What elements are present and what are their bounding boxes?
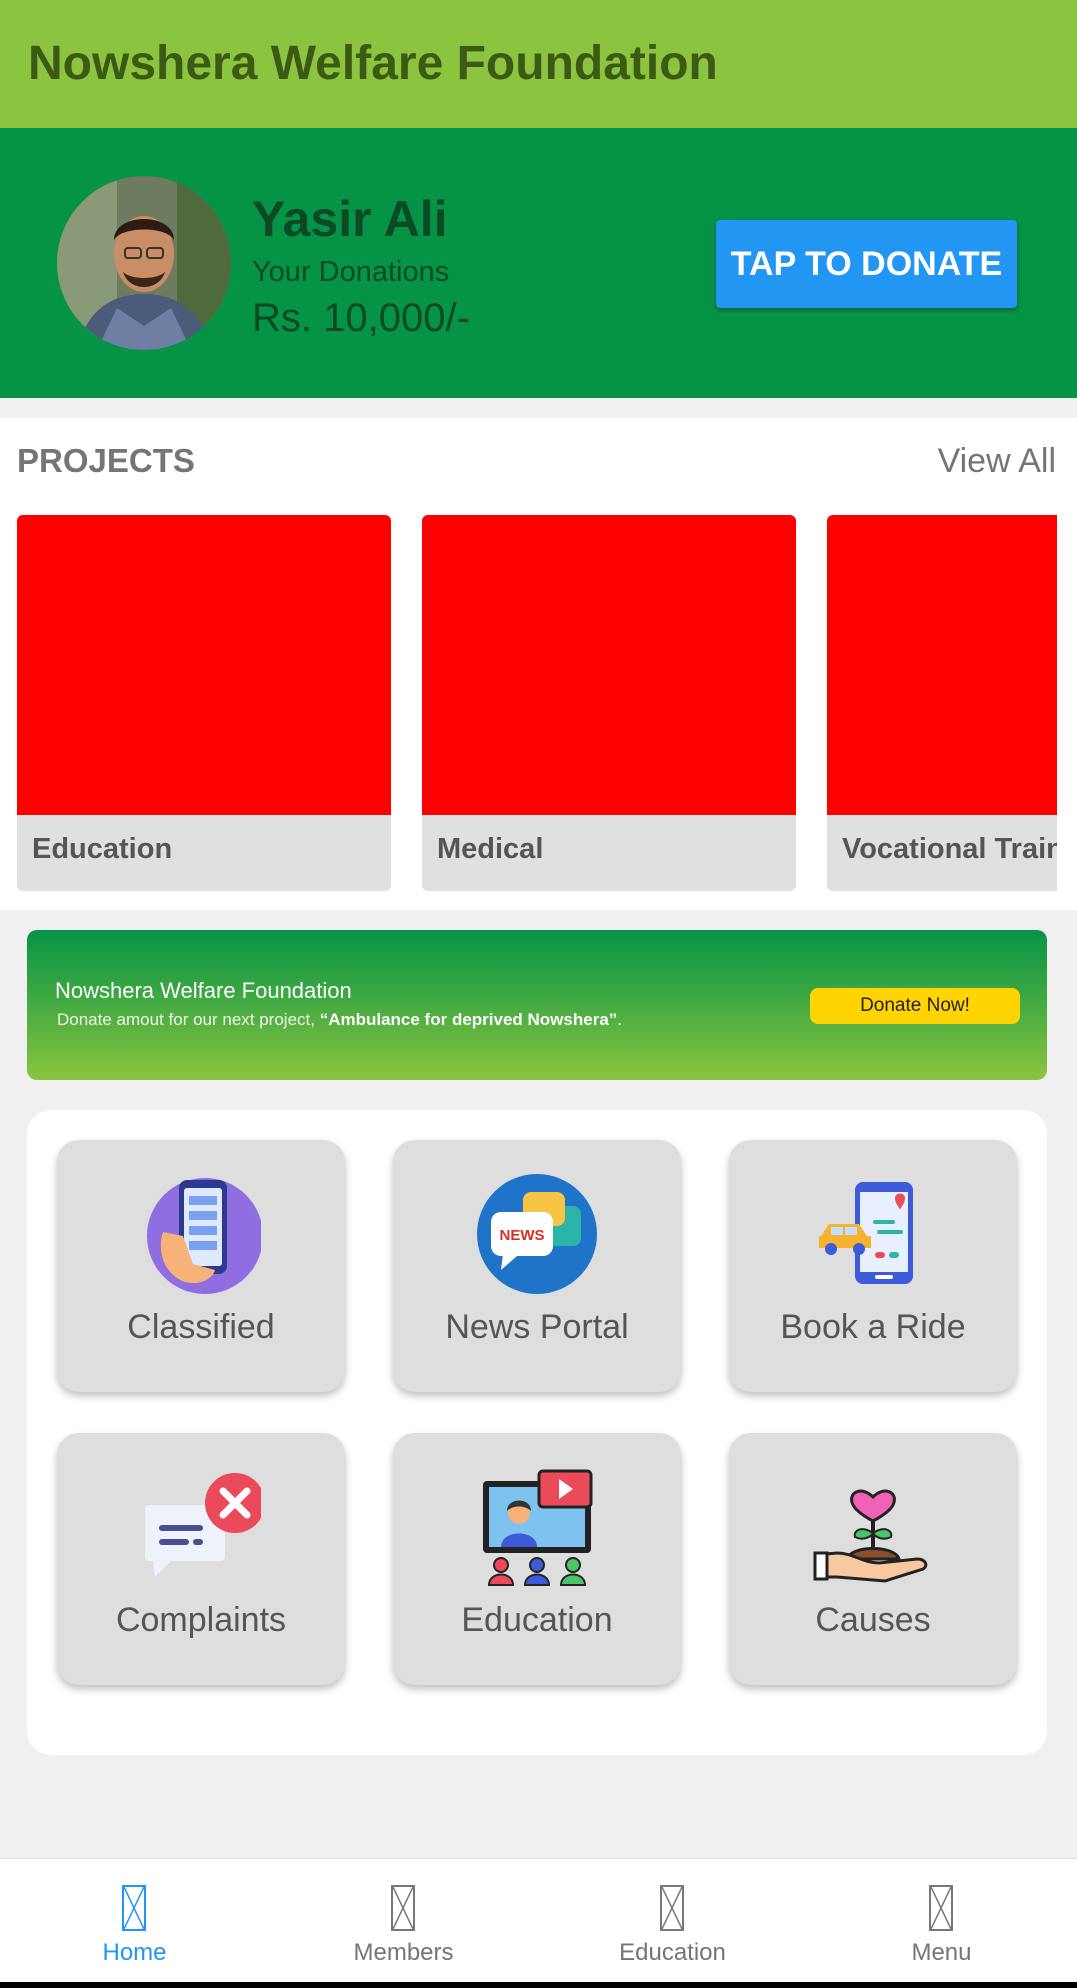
- menu-icon: [929, 1885, 953, 1931]
- project-card-vocational[interactable]: Vocational Training: [827, 515, 1057, 891]
- service-tile-news-portal[interactable]: NEWS News Portal: [393, 1140, 681, 1392]
- banner-text-highlight: “Ambulance for deprived Nowshera”: [319, 1010, 618, 1029]
- service-label: Book a Ride: [780, 1308, 966, 1346]
- projects-heading: PROJECTS: [17, 442, 195, 479]
- nav-label: Members: [353, 1939, 454, 1966]
- avatar[interactable]: [57, 176, 231, 350]
- banner-text-suffix: .: [617, 1010, 623, 1029]
- banner-text-prefix: Donate amout for our next project,: [57, 1010, 320, 1029]
- service-tile-classified[interactable]: Classified: [57, 1140, 345, 1392]
- svg-text:NEWS: NEWS: [500, 1227, 545, 1244]
- ride-car-icon: [813, 1174, 933, 1294]
- project-card-medical[interactable]: Medical: [422, 515, 796, 891]
- projects-carousel[interactable]: Education Medical Vocational Training: [17, 515, 1057, 891]
- complaints-icon: [141, 1467, 265, 1587]
- tap-to-donate-button[interactable]: TAP TO DONATE: [716, 220, 1017, 308]
- app-title: Nowshera Welfare Foundation: [28, 37, 718, 90]
- system-gesture-bar: [0, 1982, 1077, 1988]
- bottom-navigation: Home Members Education Menu: [0, 1858, 1077, 1982]
- donation-banner[interactable]: Nowshera Welfare Foundation Donate amout…: [27, 930, 1047, 1080]
- service-tile-book-a-ride[interactable]: Book a Ride: [729, 1140, 1017, 1392]
- app-bar: Nowshera Welfare Foundation: [0, 0, 1077, 128]
- project-label: Medical: [437, 833, 544, 865]
- members-icon: [391, 1885, 415, 1931]
- project-image: [422, 515, 796, 815]
- donations-label: Your Donations: [252, 256, 450, 288]
- donations-amount: Rs. 10,000/-: [252, 296, 470, 340]
- project-label: Education: [32, 833, 173, 865]
- service-tile-education[interactable]: Education: [393, 1433, 681, 1685]
- heart-plant-hand-icon: [813, 1467, 933, 1587]
- education-icon: [660, 1885, 684, 1931]
- nav-item-home[interactable]: Home: [0, 1859, 269, 1983]
- services-grid: Classified NEWS News Portal Book a Ride …: [27, 1110, 1047, 1755]
- service-label: News Portal: [445, 1308, 629, 1346]
- service-label: Causes: [815, 1601, 931, 1639]
- project-card-education[interactable]: Education: [17, 515, 391, 891]
- service-label: Complaints: [115, 1601, 287, 1639]
- banner-title: Nowshera Welfare Foundation: [55, 978, 352, 1003]
- nav-item-menu[interactable]: Menu: [807, 1859, 1076, 1983]
- donate-now-button[interactable]: Donate Now!: [810, 988, 1020, 1024]
- project-label: Vocational Training: [842, 833, 1057, 865]
- user-name: Yasir Ali: [252, 191, 448, 247]
- classified-phone-icon: [141, 1174, 263, 1294]
- service-label: Classified: [127, 1308, 275, 1346]
- project-image: [17, 515, 391, 815]
- nav-item-members[interactable]: Members: [269, 1859, 538, 1983]
- donor-profile-card: Yasir Ali Your Donations Rs. 10,000/- TA…: [0, 128, 1077, 398]
- nav-item-education[interactable]: Education: [538, 1859, 807, 1983]
- service-tile-causes[interactable]: Causes: [729, 1433, 1017, 1685]
- nav-label: Home: [102, 1939, 167, 1966]
- banner-text: Donate amout for our next project, “Ambu…: [57, 1010, 622, 1030]
- project-image: [827, 515, 1057, 815]
- view-all-link[interactable]: View All: [938, 442, 1056, 481]
- service-tile-complaints[interactable]: Complaints: [57, 1433, 345, 1685]
- video-education-icon: [477, 1467, 597, 1587]
- nav-label: Menu: [911, 1939, 972, 1966]
- home-icon: [122, 1885, 146, 1931]
- nav-label: Education: [619, 1939, 726, 1966]
- service-label: Education: [461, 1601, 613, 1639]
- projects-section: PROJECTS View All Education Medical Voca…: [0, 418, 1077, 910]
- news-icon: NEWS: [477, 1174, 597, 1294]
